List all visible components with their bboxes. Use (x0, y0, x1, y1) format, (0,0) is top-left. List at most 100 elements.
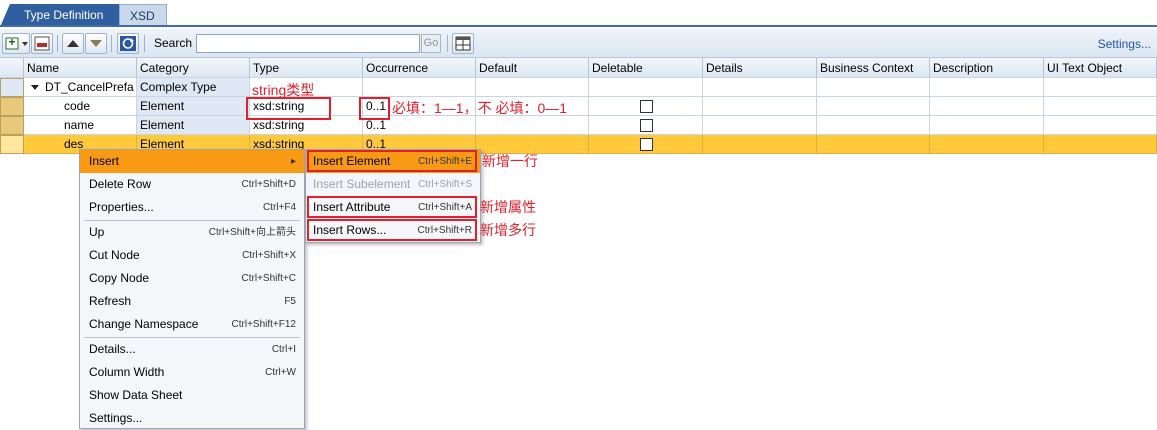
column-header-name[interactable]: Name (24, 58, 137, 78)
expand-triangle-icon[interactable] (31, 84, 39, 90)
annotation-box-insert-element (307, 150, 477, 172)
cell-business-context[interactable] (817, 78, 930, 97)
menu-item-delete-row[interactable]: Delete Row Ctrl+Shift+D (80, 173, 304, 196)
menu-item-copy-node[interactable]: Copy Node Ctrl+Shift+C (80, 267, 304, 290)
cell-category[interactable]: Element (137, 116, 250, 135)
cell-ui-text-object[interactable] (1044, 97, 1157, 116)
deletable-checkbox[interactable] (640, 138, 653, 151)
annotation-box-insert-rows (307, 219, 477, 241)
cell-description[interactable] (930, 116, 1044, 135)
tab-xsd[interactable]: XSD (119, 4, 167, 27)
cell-name[interactable]: code (24, 97, 137, 116)
row-selector[interactable] (0, 116, 24, 135)
cell-description[interactable] (930, 78, 1044, 97)
annotation-new-attribute: 新增属性 (480, 199, 536, 215)
cell-description[interactable] (930, 135, 1044, 154)
column-header-business-context[interactable]: Business Context (817, 58, 930, 78)
arrow-down-icon (90, 40, 102, 47)
table-row[interactable]: name Element xsd:string 0..1 (0, 116, 1157, 135)
menu-item-settings[interactable]: Settings... (80, 407, 304, 430)
menu-item-up[interactable]: Up Ctrl+Shift+向上箭头 (80, 221, 304, 244)
row-selector[interactable] (0, 78, 24, 97)
menu-item-cut-node[interactable]: Cut Node Ctrl+Shift+X (80, 244, 304, 267)
cell-ui-text-object[interactable] (1044, 135, 1157, 154)
cell-name[interactable]: name (24, 116, 137, 135)
annotation-new-rows: 新增多行 (480, 222, 536, 238)
cell-description[interactable] (930, 97, 1044, 116)
menu-item-properties[interactable]: Properties... Ctrl+F4 (80, 196, 304, 219)
cell-business-context[interactable] (817, 135, 930, 154)
cell-default[interactable] (476, 78, 589, 97)
cell-name-text: DT_CancelPrefa (45, 80, 134, 94)
header-selector[interactable] (0, 58, 24, 78)
move-down-button[interactable] (85, 33, 107, 54)
cell-category[interactable]: Element (137, 97, 250, 116)
submenu-item-insert-subelement: Insert Subelement Ctrl+Shift+S (313, 177, 472, 191)
cell-details[interactable] (703, 135, 817, 154)
column-header-description[interactable]: Description (930, 58, 1044, 78)
annotation-box-insert-attribute (307, 196, 477, 218)
column-header-default[interactable]: Default (476, 58, 589, 78)
menu-item-details[interactable]: Details... Ctrl+I (80, 338, 304, 361)
toolbar-separator (447, 35, 448, 52)
table-layout-icon (455, 36, 471, 51)
toolbar-separator (144, 35, 145, 52)
settings-link[interactable]: Settings... (1098, 37, 1151, 51)
cell-deletable[interactable] (589, 78, 703, 97)
annotation-box-type (246, 97, 331, 120)
cell-details[interactable] (703, 97, 817, 116)
go-button[interactable]: Go (421, 34, 441, 53)
cell-business-context[interactable] (817, 116, 930, 135)
column-header-category[interactable]: Category (137, 58, 250, 78)
submenu-arrow-icon: ▸ (290, 156, 296, 167)
move-up-button[interactable] (62, 33, 84, 54)
delete-row-button[interactable] (31, 33, 53, 54)
row-selector[interactable] (0, 97, 24, 116)
table-row[interactable]: code Element xsd:string 0..1 (0, 97, 1157, 116)
row-selector[interactable] (0, 135, 24, 154)
delete-row-icon (34, 36, 50, 51)
cell-ui-text-object[interactable] (1044, 116, 1157, 135)
table-row[interactable]: DT_CancelPrefa Complex Type (0, 78, 1157, 97)
menu-item-refresh[interactable]: Refresh F5 (80, 290, 304, 313)
cell-category[interactable]: Complex Type (137, 78, 250, 97)
menu-item-column-width[interactable]: Column Width Ctrl+W (80, 361, 304, 384)
deletable-checkbox[interactable] (640, 119, 653, 132)
column-header-ui-text-object[interactable]: UI Text Object (1044, 58, 1157, 78)
layout-button[interactable] (452, 33, 474, 54)
annotation-occurrence-note: 必填：1—1，不 必填：0—1 (392, 100, 568, 116)
column-header-details[interactable]: Details (703, 58, 817, 78)
column-header-type[interactable]: Type (250, 58, 363, 78)
tab-type-definition[interactable]: Type Definition (0, 4, 120, 27)
menu-item-insert[interactable]: Insert ▸ (80, 150, 304, 173)
toolbar-separator (57, 35, 58, 52)
insert-menu-button[interactable] (2, 33, 30, 54)
column-header-deletable[interactable]: Deletable (589, 58, 703, 78)
cell-name[interactable]: DT_CancelPrefa (24, 78, 137, 97)
search-input[interactable] (196, 34, 420, 53)
toolbar: Search Go Settings... (0, 29, 1157, 58)
menu-item-show-data-sheet[interactable]: Show Data Sheet (80, 384, 304, 407)
arrow-up-icon (67, 40, 79, 47)
context-menu: Insert ▸ Delete Row Ctrl+Shift+D Propertie… (79, 149, 305, 429)
refresh-button[interactable] (117, 33, 139, 54)
toolbar-separator (111, 35, 112, 52)
cell-ui-text-object[interactable] (1044, 78, 1157, 97)
annotation-box-occurrence (359, 97, 390, 120)
cell-occurrence[interactable] (363, 78, 476, 97)
cell-deletable[interactable] (589, 116, 703, 135)
deletable-checkbox[interactable] (640, 100, 653, 113)
cell-deletable[interactable] (589, 97, 703, 116)
cell-details[interactable] (703, 78, 817, 97)
menu-item-change-namespace[interactable]: Change Namespace Ctrl+Shift+F12 (80, 313, 304, 336)
cell-deletable[interactable] (589, 135, 703, 154)
tab-bar: Type Definition XSD (0, 0, 1157, 27)
search-label: Search (154, 36, 193, 50)
annotation-new-row: 新增一行 (482, 153, 538, 169)
add-row-icon (5, 37, 28, 50)
refresh-icon (120, 36, 136, 51)
cell-details[interactable] (703, 116, 817, 135)
cell-business-context[interactable] (817, 97, 930, 116)
cell-default[interactable] (476, 116, 589, 135)
column-header-occurrence[interactable]: Occurrence (363, 58, 476, 78)
